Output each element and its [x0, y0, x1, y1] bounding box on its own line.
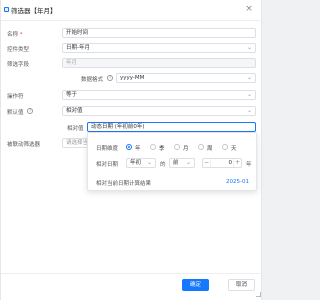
- offset-unit: 年: [246, 162, 252, 168]
- close-icon[interactable]: ×: [244, 4, 254, 14]
- resize-handle-icon[interactable]: [256, 292, 261, 297]
- radio-year[interactable]: [126, 144, 132, 150]
- relative-date-label: 相对日期: [96, 162, 119, 168]
- chevron-down-icon: ⌄: [246, 107, 252, 114]
- data-format-select[interactable]: yyyy-MM ⌄: [116, 73, 256, 83]
- help-icon[interactable]: ?: [107, 75, 113, 81]
- chevron-down-icon: ⌄: [185, 159, 191, 166]
- radio-day[interactable]: [222, 144, 228, 150]
- dialog-header: 筛选器【年月】 ×: [1, 0, 263, 20]
- control-type-select[interactable]: 日期-年月 ⌄: [62, 43, 256, 53]
- data-format-label: 数据格式: [81, 77, 104, 83]
- confirm-button[interactable]: 确定: [182, 279, 209, 291]
- chevron-down-icon: ⌄: [246, 44, 252, 51]
- result-value: 2025-01: [226, 179, 249, 185]
- relative-value-label: 相对值: [67, 126, 84, 132]
- control-type-value: 日期-年月: [66, 45, 90, 51]
- help-icon[interactable]: ?: [27, 108, 33, 114]
- result-label: 相对当前日期计算结果: [96, 181, 152, 187]
- plus-icon[interactable]: +: [233, 159, 241, 167]
- name-input[interactable]: 开始时间: [62, 28, 256, 38]
- chevron-down-icon: ⌄: [246, 74, 252, 81]
- minus-icon[interactable]: −: [203, 159, 211, 167]
- default-value-label: 默认值: [7, 110, 24, 116]
- chevron-down-icon: ⌄: [146, 159, 152, 166]
- filter-dialog: 筛选器【年月】 × 名称 * 开始时间 控件类型 日期-年月 ⌄ 筛选字段 年月…: [0, 0, 263, 300]
- operator-label: 操作符: [7, 94, 24, 100]
- anchor-value: 年初: [130, 160, 142, 166]
- name-label: 名称 *: [7, 32, 23, 38]
- offset-stepper[interactable]: − 0 +: [202, 158, 242, 168]
- radio-day-label: 天: [231, 146, 237, 152]
- relative-value-input[interactable]: 动态日期 (年初前0年): [87, 122, 256, 132]
- direction-value: 前: [173, 160, 179, 166]
- radio-week-label: 周: [207, 146, 213, 152]
- filter-icon: [4, 7, 9, 12]
- header-divider: [1, 20, 263, 21]
- filter-field-label: 筛选字段: [7, 62, 30, 68]
- operator-select[interactable]: 等于 ⌄: [62, 90, 256, 100]
- relative-date-popover: 日期维度 年 季 月 周 天 相对日期 年初 ⌄ 的 前 ⌄ − 0 + 年 相…: [87, 132, 257, 191]
- radio-month[interactable]: [174, 144, 180, 150]
- radio-quarter-label: 季: [159, 146, 165, 152]
- data-format-value: yyyy-MM: [120, 75, 145, 81]
- operator-value: 等于: [66, 92, 78, 98]
- anchor-select[interactable]: 年初 ⌄: [126, 158, 156, 168]
- control-type-label: 控件类型: [7, 47, 30, 53]
- offset-value: 0: [228, 160, 233, 166]
- dialog-title: 筛选器【年月】: [11, 7, 57, 15]
- default-value-select[interactable]: 相对值 ⌄: [62, 106, 256, 116]
- footer-divider: [1, 273, 263, 274]
- radio-quarter[interactable]: [150, 144, 156, 150]
- date-dimension-label: 日期维度: [96, 146, 119, 152]
- of-text: 的: [160, 162, 166, 168]
- radio-week[interactable]: [198, 144, 204, 150]
- default-value-value: 相对值: [66, 108, 83, 114]
- radio-year-label: 年: [135, 146, 141, 152]
- radio-month-label: 月: [183, 146, 189, 152]
- filter-field-input[interactable]: 年月: [62, 58, 256, 68]
- linkage-label: 被联动筛选器: [7, 142, 41, 148]
- chevron-down-icon: ⌄: [246, 91, 252, 98]
- cancel-button[interactable]: 取消: [228, 279, 255, 291]
- direction-select[interactable]: 前 ⌄: [169, 158, 195, 168]
